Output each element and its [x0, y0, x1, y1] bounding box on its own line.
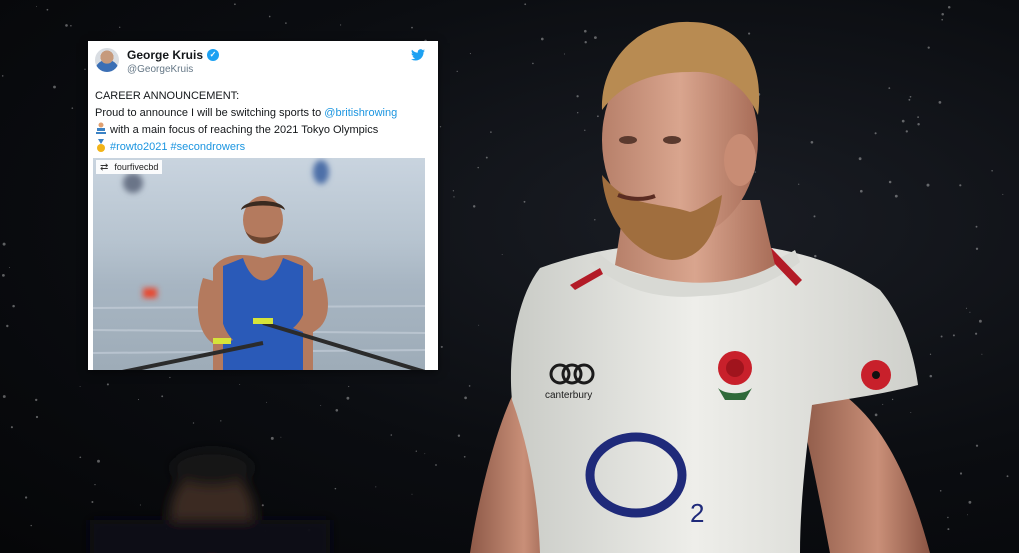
tweet-author-handle[interactable]: @GeorgeKruis — [127, 64, 219, 75]
tweet-line-3: with a main focus of reaching the 2021 T… — [110, 124, 379, 136]
hashtags-link[interactable]: #rowto2021 #secondrowers — [110, 141, 245, 153]
tweet-card[interactable]: George Kruis ✓ @GeorgeKruis CAREER ANNOU… — [88, 41, 438, 370]
mention-britishrowing-link[interactable]: @britishrowing — [324, 107, 397, 119]
tweet-line-1: CAREER ANNOUNCEMENT: — [95, 90, 240, 102]
medal-emoji-icon — [97, 139, 105, 152]
repost-badge: ⇄ fourfivecbd — [96, 160, 163, 174]
tweet-text: CAREER ANNOUNCEMENT: Proud to announce I… — [95, 88, 429, 156]
poppy-icon — [861, 360, 891, 390]
canterbury-text: canterbury — [545, 390, 592, 401]
right-arm — [800, 380, 930, 553]
tweet-media-image[interactable]: ⇄ fourfivecbd — [93, 158, 425, 370]
tweet-author-name[interactable]: George Kruis — [127, 48, 203, 62]
tweet-line-2: Proud to announce I will be switching sp… — [95, 107, 325, 119]
avatar — [95, 48, 119, 72]
repost-user[interactable]: fourfivecbd — [114, 162, 158, 172]
verified-badge-icon: ✓ — [207, 49, 220, 61]
background-photo: canterbury 2 George Kruis ✓ @GeorgeKruis — [0, 0, 1019, 553]
rower-photo — [93, 160, 425, 370]
o2-subscript: 2 — [690, 498, 704, 528]
rowing-emoji-icon — [96, 122, 106, 134]
repost-icon: ⇄ — [100, 161, 109, 173]
twitter-bird-icon[interactable] — [411, 49, 425, 61]
